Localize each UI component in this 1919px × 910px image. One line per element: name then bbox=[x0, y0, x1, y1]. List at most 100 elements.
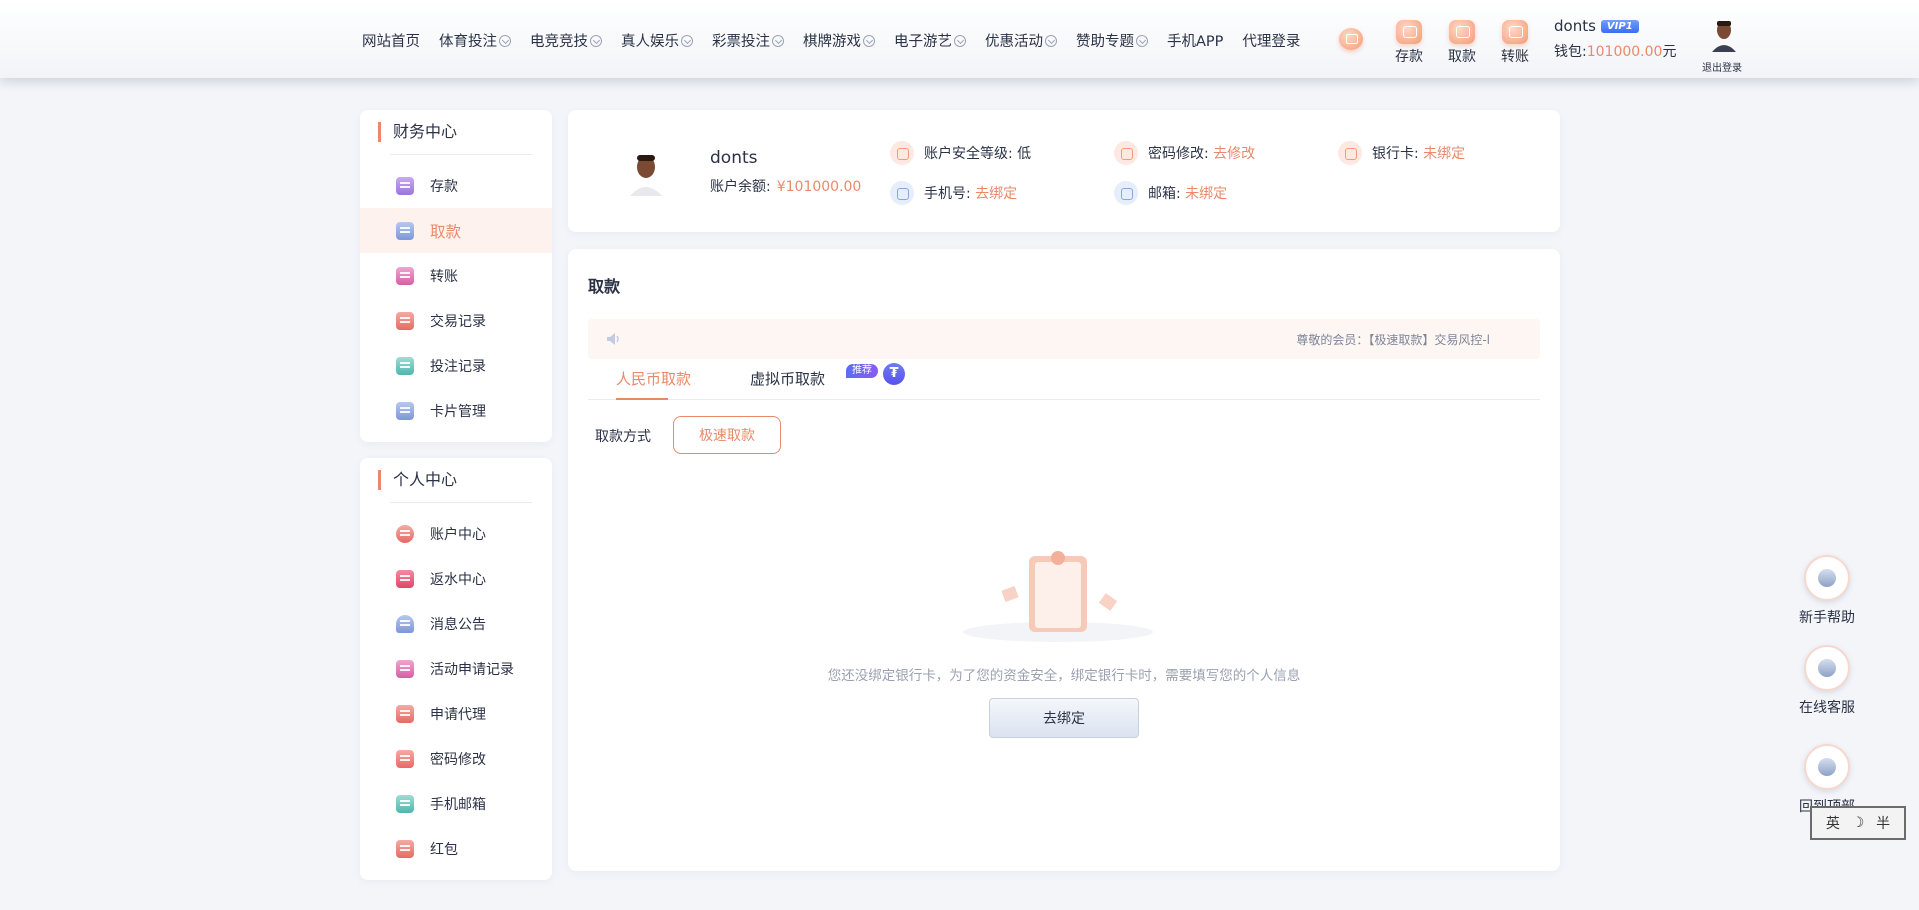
nav-lottery[interactable]: 彩票投注 bbox=[712, 30, 784, 51]
nav-live-casino[interactable]: 真人娱乐 bbox=[621, 30, 693, 51]
red-packet-icon bbox=[396, 839, 414, 858]
nav-label: 代理登录 bbox=[1242, 34, 1301, 50]
recommend-badge: 推荐 bbox=[846, 364, 878, 378]
chevron-down-icon bbox=[863, 34, 875, 47]
sidebar-item-withdraw[interactable]: 取款 bbox=[360, 208, 552, 253]
nav-mobile-app[interactable]: 手机APP bbox=[1167, 30, 1223, 51]
sidebar-item-red-packet[interactable]: 红包 bbox=[360, 826, 552, 871]
tab-rmb-withdraw[interactable]: 人民币取款 bbox=[616, 368, 691, 389]
message-icon[interactable] bbox=[1339, 28, 1363, 50]
password-change-link[interactable]: 去修改 bbox=[1213, 143, 1255, 163]
document-icon bbox=[396, 311, 414, 330]
nav-label: 彩票投注 bbox=[712, 34, 770, 50]
header-withdraw-button[interactable]: 取款 bbox=[1442, 20, 1482, 66]
sidebar-item-transactions[interactable]: 交易记录 bbox=[360, 298, 552, 343]
ime-lang[interactable]: 英 bbox=[1826, 813, 1840, 833]
withdraw-method-label: 取款方式 bbox=[595, 429, 651, 445]
main-nav: 网站首页 体育投注 电竞竞技 真人娱乐 彩票投注 棋牌游戏 电子游艺 优惠活动 … bbox=[362, 30, 1319, 51]
transfer-icon bbox=[1502, 20, 1528, 44]
tab-crypto-withdraw[interactable]: 虚拟币取款 bbox=[750, 368, 825, 389]
sidebar-item-announcements[interactable]: 消息公告 bbox=[360, 601, 552, 646]
chevron-down-icon bbox=[681, 34, 693, 47]
sidebar-item-account-center[interactable]: 账户中心 bbox=[360, 511, 552, 556]
ime-toolbar[interactable]: 英 ☽ 半 bbox=[1810, 806, 1906, 840]
nav-label: 手机APP bbox=[1167, 34, 1224, 50]
sidebar-item-label: 红包 bbox=[430, 841, 458, 858]
sidebar-item-label: 账户中心 bbox=[430, 526, 486, 543]
sidebar-item-activity-records[interactable]: 活动申请记录 bbox=[360, 646, 552, 691]
bind-card-button[interactable]: 去绑定 bbox=[989, 698, 1139, 738]
page-title: 取款 bbox=[588, 277, 621, 296]
online-service-button[interactable]: 在线客服 bbox=[1796, 645, 1858, 717]
username: donts bbox=[1554, 17, 1596, 35]
sidebar-item-deposit[interactable]: 存款 bbox=[360, 163, 552, 208]
nav-home[interactable]: 网站首页 bbox=[362, 30, 420, 51]
email: 邮箱: 未绑定 bbox=[1114, 181, 1227, 205]
sidebar-item-rebate[interactable]: 返水中心 bbox=[360, 556, 552, 601]
logout-link[interactable]: 退出登录 bbox=[1702, 59, 1742, 74]
nav-agent-login[interactable]: 代理登录 bbox=[1242, 30, 1300, 51]
header-transfer-button[interactable]: 转账 bbox=[1495, 20, 1535, 66]
headset-icon bbox=[1804, 645, 1850, 691]
divider bbox=[390, 154, 532, 155]
wallet-amount: 101000.00 bbox=[1586, 44, 1663, 60]
gift-icon bbox=[396, 569, 414, 588]
nav-sports[interactable]: 体育投注 bbox=[439, 30, 511, 51]
nav-label: 棋牌游戏 bbox=[803, 34, 861, 50]
nav-label: 网站首页 bbox=[362, 34, 420, 50]
chevron-down-icon bbox=[590, 34, 602, 47]
sidebar-item-card-management[interactable]: 卡片管理 bbox=[360, 388, 552, 433]
ime-width[interactable]: 半 bbox=[1876, 813, 1890, 833]
active-tab-underline bbox=[616, 398, 668, 400]
nav-label: 电子游艺 bbox=[894, 34, 952, 50]
nav-sponsor[interactable]: 赞助专题 bbox=[1076, 30, 1148, 51]
password-label: 密码修改: bbox=[1148, 146, 1209, 162]
finance-sidebar: 财务中心 存款 取款 转账 交易记录 投注记录 卡片管理 bbox=[360, 110, 552, 442]
user-info: donts VIP1 钱包:101000.00元 bbox=[1554, 17, 1676, 61]
bank-bind-link[interactable]: 未绑定 bbox=[1423, 143, 1465, 163]
newbie-help-button[interactable]: 新手帮助 bbox=[1796, 555, 1858, 627]
mail-icon bbox=[1114, 181, 1138, 205]
header-deposit-button[interactable]: 存款 bbox=[1389, 20, 1429, 66]
phone-label: 手机号: bbox=[924, 186, 971, 202]
moon-icon[interactable]: ☽ bbox=[1852, 815, 1865, 831]
chevron-down-icon bbox=[1045, 34, 1057, 47]
sidebar-item-change-password[interactable]: 密码修改 bbox=[360, 736, 552, 781]
sidebar-item-label: 密码修改 bbox=[430, 751, 486, 768]
finance-title: 财务中心 bbox=[378, 122, 532, 142]
nav-slots[interactable]: 电子游艺 bbox=[894, 30, 966, 51]
nav-chess[interactable]: 棋牌游戏 bbox=[803, 30, 875, 51]
personal-title: 个人中心 bbox=[378, 470, 532, 490]
withdraw-panel: 取款 尊敬的会员：【极速取款】交易风控-l 人民币取款 虚拟币取款 推荐 ₮ 取… bbox=[568, 249, 1560, 871]
sidebar-item-bet-records[interactable]: 投注记录 bbox=[360, 343, 552, 388]
security-label: 账户安全等级: bbox=[924, 146, 1013, 162]
phone-number: 手机号: 去绑定 bbox=[890, 181, 1017, 205]
nav-promotions[interactable]: 优惠活动 bbox=[985, 30, 1057, 51]
sidebar-item-transfer[interactable]: 转账 bbox=[360, 253, 552, 298]
profile-name: donts bbox=[710, 148, 758, 168]
gamepad-icon bbox=[1804, 555, 1850, 601]
sidebar-item-apply-agent[interactable]: 申请代理 bbox=[360, 691, 552, 736]
nav-label: 赞助专题 bbox=[1076, 34, 1134, 50]
nav-label: 真人娱乐 bbox=[621, 34, 679, 50]
sidebar-item-label: 存款 bbox=[430, 178, 458, 195]
sidebar-item-label: 手机邮箱 bbox=[430, 796, 486, 813]
sidebar-item-label: 交易记录 bbox=[430, 313, 486, 330]
security-value: 低 bbox=[1017, 146, 1032, 162]
nav-label: 优惠活动 bbox=[985, 34, 1043, 50]
sidebar-item-phone-email[interactable]: 手机邮箱 bbox=[360, 781, 552, 826]
phone-bind-link[interactable]: 去绑定 bbox=[975, 183, 1017, 203]
email-bind-link[interactable]: 未绑定 bbox=[1185, 183, 1227, 203]
wallet-label: 钱包: bbox=[1554, 44, 1587, 60]
chevron-down-icon bbox=[954, 34, 966, 47]
user-avatar-icon[interactable] bbox=[1709, 18, 1739, 52]
sidebar-item-label: 转账 bbox=[430, 268, 458, 285]
security-level: 账户安全等级: 低 bbox=[890, 141, 1031, 165]
header-deposit-label: 存款 bbox=[1395, 49, 1423, 65]
nav-esports[interactable]: 电竞竞技 bbox=[530, 30, 602, 51]
deposit-icon bbox=[396, 176, 414, 195]
user-card-icon bbox=[396, 659, 414, 678]
divider bbox=[390, 502, 532, 503]
sidebar-item-label: 取款 bbox=[430, 222, 462, 241]
fast-withdraw-button[interactable]: 极速取款 bbox=[673, 416, 781, 454]
